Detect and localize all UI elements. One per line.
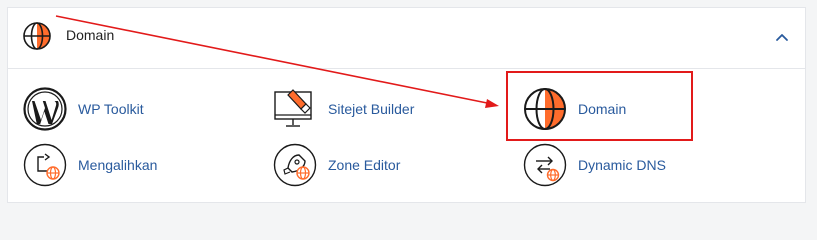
chevron-up-icon[interactable] [774,29,790,45]
dynamic-dns-label: Dynamic DNS [578,157,666,173]
annotation-highlight-box [506,71,693,141]
zone-editor-link[interactable]: Zone Editor [273,143,503,187]
globe-icon [23,22,51,50]
mengalihkan-label: Mengalihkan [78,157,158,173]
redirect-globe-icon [23,143,67,187]
sitejet-builder-link[interactable]: Sitejet Builder [273,87,503,131]
swap-arrows-globe-icon [523,143,567,187]
section-header[interactable]: Domain [8,8,805,69]
wp-toolkit-label: WP Toolkit [78,101,144,117]
sitejet-builder-label: Sitejet Builder [328,101,415,117]
mengalihkan-link[interactable]: Mengalihkan [23,143,253,187]
wordpress-icon [23,87,67,131]
zone-editor-label: Zone Editor [328,157,401,173]
rocket-globe-icon [273,143,317,187]
dynamic-dns-link[interactable]: Dynamic DNS [523,143,753,187]
section-title: Domain [66,27,115,43]
wp-toolkit-link[interactable]: WP Toolkit [23,87,253,131]
monitor-brush-icon [273,87,317,131]
